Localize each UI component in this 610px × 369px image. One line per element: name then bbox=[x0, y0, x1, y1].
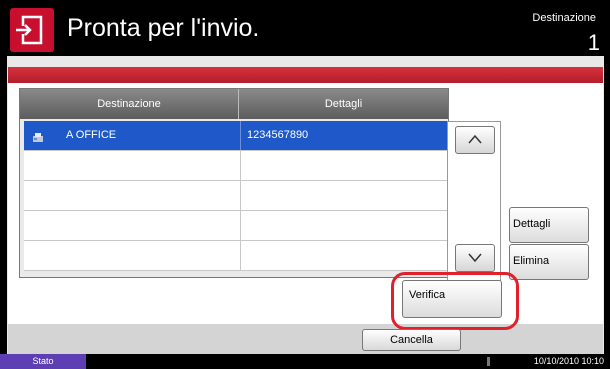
details-button-label: Dettagli bbox=[513, 218, 551, 230]
table-row[interactable] bbox=[24, 241, 448, 271]
table-cell-destination: A OFFICE bbox=[66, 129, 117, 141]
column-header-details[interactable]: Dettagli bbox=[239, 89, 448, 119]
table-cell-details: 1234567890 bbox=[240, 121, 452, 150]
cancel-button[interactable]: Cancella bbox=[362, 329, 461, 351]
table-row[interactable] bbox=[24, 181, 448, 211]
destination-count: 1 bbox=[587, 30, 600, 55]
table-row[interactable] bbox=[24, 211, 448, 241]
table-cell-destination bbox=[66, 181, 236, 210]
table-header: Destinazione Dettagli bbox=[20, 89, 448, 119]
red-accent-bar bbox=[8, 67, 603, 83]
verify-button[interactable]: Verifica bbox=[402, 280, 502, 318]
fax-icon bbox=[32, 130, 44, 142]
chevron-down-icon bbox=[468, 253, 482, 263]
delete-button-label: Elimina bbox=[513, 255, 550, 267]
chevron-up-icon bbox=[468, 134, 482, 144]
destination-table: Destinazione Dettagli A OFFICE 123456789… bbox=[19, 88, 449, 278]
scroll-down-button[interactable] bbox=[455, 244, 495, 272]
table-cell-destination bbox=[66, 211, 236, 240]
table-cell-details bbox=[240, 241, 452, 270]
bottom-band bbox=[8, 324, 603, 354]
header: Pronta per l'invio. Destinazione 1 bbox=[0, 0, 610, 56]
table-cell-destination bbox=[66, 151, 236, 180]
status-tab[interactable]: Stato bbox=[0, 354, 86, 369]
status-bar: Stato 10/10/2010 10:10 bbox=[0, 354, 610, 369]
table-cell-destination bbox=[66, 241, 236, 270]
status-indicator bbox=[487, 357, 490, 366]
details-button[interactable]: Dettagli bbox=[509, 207, 589, 243]
table-cell-details bbox=[240, 181, 452, 210]
table-cell-details bbox=[240, 151, 452, 180]
table-cell-details bbox=[240, 211, 452, 240]
delete-button[interactable]: Elimina bbox=[509, 244, 589, 280]
status-datetime: 10/10/2010 10:10 bbox=[533, 356, 604, 366]
page-title: Pronta per l'invio. bbox=[67, 14, 260, 42]
verify-button-label: Verifica bbox=[409, 289, 446, 301]
table-row[interactable] bbox=[24, 151, 448, 181]
column-header-destination[interactable]: Destinazione bbox=[20, 89, 239, 119]
destination-label: Destinazione bbox=[532, 12, 596, 24]
scroll-up-button[interactable] bbox=[455, 126, 495, 154]
send-icon bbox=[10, 8, 54, 52]
table-row[interactable]: A OFFICE 1234567890 bbox=[24, 121, 448, 151]
